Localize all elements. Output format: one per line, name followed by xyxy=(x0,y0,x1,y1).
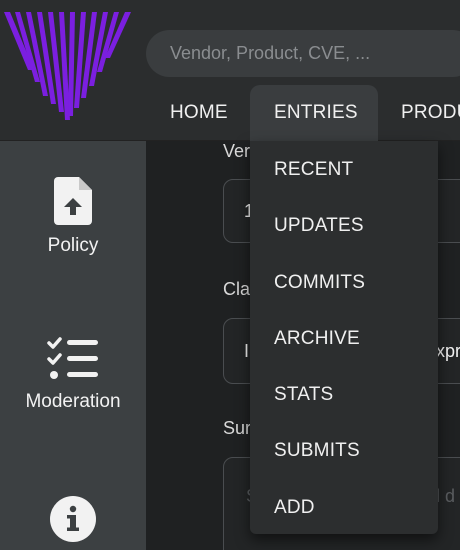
sidebar: Policy Moderation xyxy=(0,141,146,550)
menu-item-commits[interactable]: COMMITS xyxy=(274,272,365,294)
info-icon xyxy=(50,496,96,542)
menu-item-submits[interactable]: SUBMITS xyxy=(274,440,360,462)
main-nav: HOME ENTRIES PRODU xyxy=(0,85,460,141)
menu-item-add[interactable]: ADD xyxy=(274,497,315,519)
field-label-class: Cla xyxy=(223,279,251,299)
menu-item-stats[interactable]: STATS xyxy=(274,384,333,406)
nav-home[interactable]: HOME xyxy=(170,85,228,141)
sidebar-item-info[interactable] xyxy=(0,495,146,543)
nav-entries[interactable]: ENTRIES xyxy=(250,85,378,141)
summary-placeholder-right: l d xyxy=(436,486,456,506)
menu-item-archive[interactable]: ARCHIVE xyxy=(274,328,360,350)
entries-dropdown-menu: RECENT UPDATES COMMITS ARCHIVE STATS SUB… xyxy=(250,141,438,534)
menu-item-updates[interactable]: UPDATES xyxy=(274,215,364,237)
sidebar-item-label: Moderation xyxy=(25,391,121,412)
checklist-icon xyxy=(47,337,98,379)
file-upload-icon xyxy=(54,177,92,225)
field-label-version: Ver xyxy=(223,141,251,161)
top-bar: HOME ENTRIES PRODU xyxy=(0,0,460,141)
field-label-summary: Sur xyxy=(223,418,252,438)
sidebar-item-policy[interactable]: Policy xyxy=(0,177,146,257)
menu-item-recent[interactable]: RECENT xyxy=(274,159,353,181)
search-bar[interactable] xyxy=(146,30,460,77)
class-value-left: I xyxy=(244,341,250,361)
class-value-right: xpr xyxy=(436,341,460,361)
sidebar-item-moderation[interactable]: Moderation xyxy=(0,337,146,413)
nav-products[interactable]: PRODU xyxy=(401,85,460,141)
sidebar-item-label: Policy xyxy=(47,235,99,256)
search-input[interactable] xyxy=(146,30,460,77)
